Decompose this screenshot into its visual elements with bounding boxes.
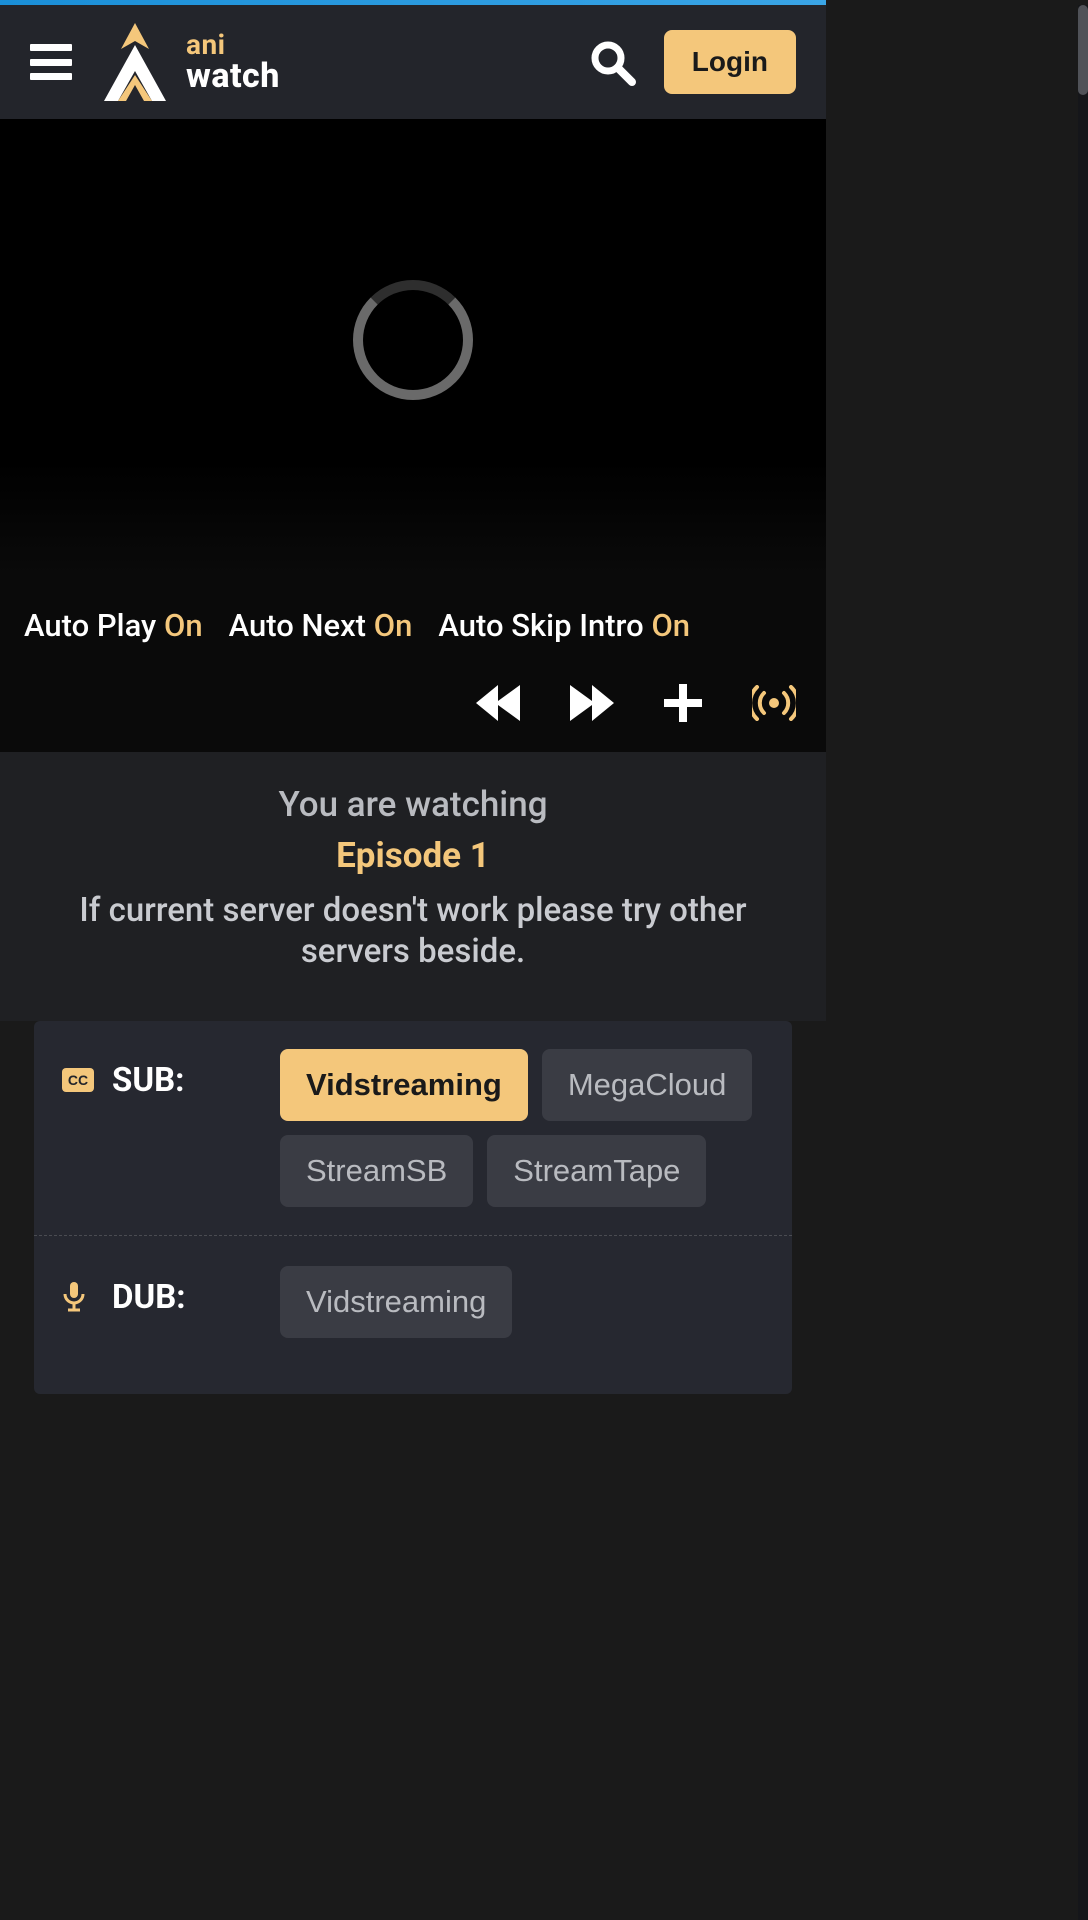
sub-server-streamtape[interactable]: StreamTape xyxy=(487,1135,706,1207)
logo-mark-icon xyxy=(94,23,176,101)
autoskip-label: Auto Skip Intro xyxy=(438,607,643,644)
video-player[interactable] xyxy=(0,119,826,581)
autonext-label: Auto Next xyxy=(229,607,366,644)
autoskip-toggle[interactable]: Auto Skip Intro On xyxy=(438,607,690,644)
sub-server-megacloud[interactable]: MegaCloud xyxy=(542,1049,753,1121)
login-button[interactable]: Login xyxy=(664,30,796,94)
autoplay-value: On xyxy=(164,607,203,644)
dub-label: DUB: xyxy=(112,1278,186,1317)
search-button[interactable] xyxy=(582,32,642,92)
brand-bottom: watch xyxy=(186,59,280,93)
menu-button[interactable] xyxy=(30,44,72,80)
autoplay-toggle[interactable]: Auto Play On xyxy=(24,607,203,644)
scrollbar-thumb[interactable] xyxy=(1078,5,1088,95)
autoplay-label: Auto Play xyxy=(24,607,156,644)
app-header: ani watch Login xyxy=(0,5,826,119)
sub-label: SUB: xyxy=(112,1061,184,1100)
broadcast-button[interactable] xyxy=(752,685,796,721)
autoskip-value: On xyxy=(651,607,690,644)
forward-icon xyxy=(570,685,614,721)
playback-toggles: Auto Play On Auto Next On Auto Skip Intr… xyxy=(0,581,826,644)
player-action-row xyxy=(0,644,826,752)
brand-logo[interactable]: ani watch xyxy=(94,23,280,101)
autonext-toggle[interactable]: Auto Next On xyxy=(229,607,413,644)
scrollbar[interactable] xyxy=(1078,5,1088,1920)
watching-heading: You are watching xyxy=(24,784,802,825)
logo-text: ani watch xyxy=(186,31,280,93)
sub-server-vidstreaming[interactable]: Vidstreaming xyxy=(280,1049,528,1121)
autonext-value: On xyxy=(374,607,413,644)
previous-button[interactable] xyxy=(476,685,520,721)
brand-top: ani xyxy=(186,31,280,59)
sub-server-streamsb[interactable]: StreamSB xyxy=(280,1135,473,1207)
dub-server-vidstreaming[interactable]: Vidstreaming xyxy=(280,1266,512,1338)
svg-text:CC: CC xyxy=(68,1072,88,1088)
cc-icon: CC xyxy=(62,1068,94,1092)
dub-server-group: DUB: Vidstreaming xyxy=(34,1235,792,1366)
episode-title: Episode 1 xyxy=(24,835,802,876)
search-icon xyxy=(588,38,636,86)
server-panel: CC SUB: Vidstreaming MegaCloud StreamSB … xyxy=(34,1021,792,1394)
mic-icon xyxy=(62,1282,94,1312)
now-watching: You are watching Episode 1 If current se… xyxy=(0,752,826,1021)
plus-icon xyxy=(664,684,702,722)
add-to-list-button[interactable] xyxy=(664,684,702,722)
broadcast-icon xyxy=(752,685,796,721)
sub-server-group: CC SUB: Vidstreaming MegaCloud StreamSB … xyxy=(34,1049,792,1235)
server-hint: If current server doesn't work please tr… xyxy=(24,890,802,973)
backward-icon xyxy=(476,685,520,721)
loading-spinner-icon xyxy=(353,280,473,400)
next-button[interactable] xyxy=(570,685,614,721)
